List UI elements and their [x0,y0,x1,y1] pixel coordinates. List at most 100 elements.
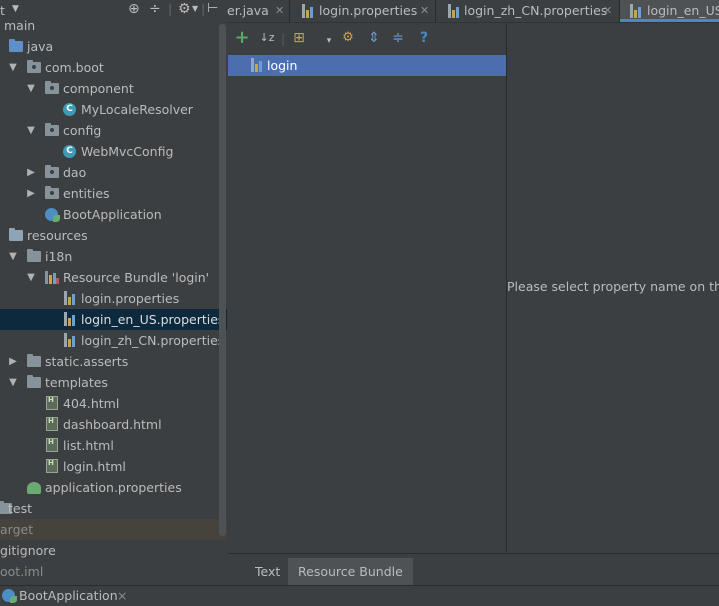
properties-file-icon [448,4,460,18]
expanded-arrow-icon[interactable]: ▼ [26,267,36,288]
tree-item-templates[interactable]: ▼ templates [0,372,227,393]
tree-item-test[interactable]: test [0,498,227,519]
tree-item-label: entities [63,186,110,201]
tree-item-target[interactable]: arget [0,519,227,540]
tree-item-resources[interactable]: resources [0,225,227,246]
tree-item-mylocaleresolver[interactable]: C MyLocaleResolver [0,99,227,120]
tab-label: er.java [227,3,269,18]
tree-item-main[interactable]: main [0,15,227,36]
toolbar-separator: | [281,31,286,46]
tree-item-label: test [8,501,33,516]
collapsed-arrow-icon[interactable]: ▶ [8,351,18,372]
properties-file-icon [64,291,76,305]
editor-tab-locale-resolver[interactable]: er.java ✕ [227,0,290,22]
package-icon [45,165,59,178]
expanded-arrow-icon[interactable]: ▼ [26,120,36,141]
tree-item-label: gitignore [0,543,56,558]
class-icon: C [63,145,76,158]
package-icon [27,60,41,73]
html-file-icon [46,453,58,474]
run-tool-bar: BootApplication × [0,585,719,606]
expanded-arrow-icon[interactable]: ▼ [26,78,36,99]
tab-resource-bundle[interactable]: Resource Bundle [288,558,413,585]
tree-item-webmvcconfig[interactable]: C WebMvcConfig [0,141,227,162]
collapsed-arrow-icon[interactable]: ▶ [26,183,36,204]
sort-alpha-icon[interactable]: ↓z [258,29,276,47]
spring-properties-icon [27,482,41,494]
add-property-icon[interactable]: + [233,29,251,47]
tree-item-404-html[interactable]: 404.html [0,390,227,414]
expanded-arrow-icon[interactable]: ▼ [8,246,18,267]
tree-item-dashboard-html[interactable]: dashboard.html [0,411,227,435]
tree-item-label: oot.iml [0,564,44,579]
close-icon[interactable]: ✕ [603,0,612,22]
collapse-all-icon[interactable]: ≑ [389,29,407,47]
chevron-down-icon[interactable]: ▼ [12,4,19,14]
property-key-login[interactable]: login [228,55,506,76]
tree-item-application-properties[interactable]: application.properties [0,477,227,498]
tree-item-list-html[interactable]: list.html [0,432,227,456]
tree-item-label: java [27,39,54,54]
tree-item-i18n[interactable]: ▼ i18n [0,246,227,267]
hide-panel-icon[interactable]: ⊢ [207,1,218,16]
tree-item-com-boot[interactable]: ▼ com.boot [0,57,227,78]
bundle-toolbar: + ↓z | ⊞ ▾ ⚙ ⇕ ≑ ? [228,23,506,55]
tree-item-static-asserts[interactable]: ▶ static.asserts [0,351,227,372]
gear-dropdown-icon[interactable]: ▼ [192,4,198,13]
editor-tab-login-en-us[interactable]: login_en_US.pro [620,0,719,22]
tree-item-component[interactable]: ▼ component [0,78,227,99]
tab-label: login.properties [319,3,418,18]
tab-label: Text [255,564,281,579]
help-icon[interactable]: ? [415,29,433,47]
editor-tab-login-zh-cn[interactable]: login_zh_CN.properties ✕ [436,0,620,22]
tree-item-label: list.html [63,438,114,453]
close-icon[interactable]: × [117,588,127,603]
close-icon[interactable]: ✕ [275,0,284,22]
empty-selection-hint: Please select property name on the l [507,279,719,294]
tree-item-gitignore[interactable]: gitignore [0,540,227,561]
group-by-prefix-icon[interactable]: ⊞ [290,29,308,47]
expanded-arrow-icon[interactable]: ▼ [8,372,18,393]
tree-item-label: arget [0,522,34,537]
tree-item-label: config [63,123,102,138]
package-icon [45,123,59,136]
tree-item-entities[interactable]: ▶ entities [0,183,227,204]
tree-item-bootapplication[interactable]: BootApplication [0,204,227,225]
tree-item-label: i18n [45,249,73,264]
tab-text[interactable]: Text [245,558,290,585]
expand-all-icon[interactable]: ⇕ [365,29,383,47]
tree-item-iml[interactable]: oot.iml [0,561,227,582]
tree-item-java[interactable]: java [0,36,227,57]
tree-item-label: login_zh_CN.properties [81,333,225,348]
tree-item-login-html[interactable]: login.html [0,453,227,477]
tree-item-config[interactable]: ▼ config [0,120,227,141]
tree-item-label: templates [45,375,108,390]
tree-item-label: login.html [63,459,126,474]
tree-item-login-en-us-properties[interactable]: login_en_US.properties [0,309,227,330]
collapsed-arrow-icon[interactable]: ▶ [26,162,36,183]
folder-icon [27,375,41,388]
editor-tab-login-properties[interactable]: login.properties ✕ [290,0,436,22]
properties-file-icon [64,312,76,326]
properties-file-icon [64,333,76,347]
tree-item-login-zh-cn-properties[interactable]: login_zh_CN.properties [0,330,227,351]
resources-folder-icon [9,228,23,241]
project-scrollbar[interactable] [219,24,226,536]
tree-item-label: MyLocaleResolver [81,102,193,117]
chevron-down-icon[interactable]: ▾ [320,32,338,50]
close-icon[interactable]: ✕ [420,0,429,22]
run-config-label[interactable]: BootApplication [19,588,118,603]
tree-item-label: login.properties [81,291,180,306]
spring-boot-class-icon [45,208,60,222]
tab-label: login_zh_CN.properties [464,3,608,18]
html-file-icon [46,411,58,432]
tree-item-resource-bundle[interactable]: ▼ Resource Bundle 'login' [0,267,227,288]
property-values-panel: Please select property name on the l [507,23,719,552]
package-icon [45,186,59,199]
properties-file-icon [630,4,642,18]
project-panel: t ▼ ⊕ ÷ | ⚙ ▼ | ⊢ main java ▼ com.boot ▼… [0,0,227,584]
filter-icon[interactable]: ⚙ [339,29,357,47]
tree-item-dao[interactable]: ▶ dao [0,162,227,183]
tree-item-login-properties[interactable]: login.properties [0,288,227,309]
expanded-arrow-icon[interactable]: ▼ [8,57,18,78]
